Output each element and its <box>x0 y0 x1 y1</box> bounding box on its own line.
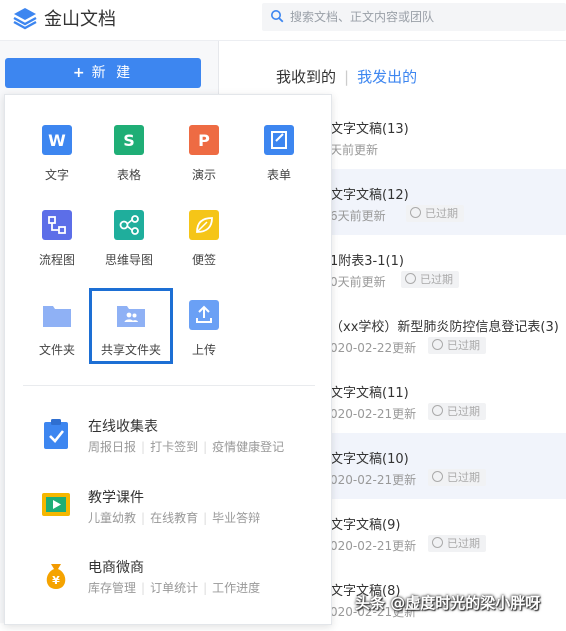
expired-badge: 已过期 <box>428 403 486 420</box>
new-sheet-item[interactable]: S 表格 <box>99 125 159 183</box>
clock-icon <box>432 471 443 482</box>
tab-sent[interactable]: 我发出的 <box>357 68 417 86</box>
expired-badge: 已过期 <box>428 535 486 552</box>
file-name: （xx学校）新型肺炎防控信息登记表(3) <box>330 320 559 335</box>
new-dropdown-menu: W 文字 S 表格 P 演示 表单 流程图 思维导图 便签 文件夹 共享文件夹 … <box>4 94 332 625</box>
new-mindmap-item[interactable]: 思维导图 <box>99 210 159 268</box>
wps-docs-logo-icon <box>13 8 37 30</box>
svg-text:S: S <box>123 131 135 150</box>
new-doc-item[interactable]: W 文字 <box>27 125 87 183</box>
new-button[interactable]: + 新 建 <box>5 58 201 88</box>
doc-w-icon: W <box>42 125 72 155</box>
file-name: 文字文稿(10) <box>330 452 409 467</box>
file-name: 文字文稿(11) <box>330 386 409 401</box>
new-folder-item[interactable]: 文件夹 <box>27 300 87 358</box>
upload-item[interactable]: 上传 <box>174 300 234 358</box>
file-updated: 020-02-22更新 <box>330 341 417 355</box>
svg-text:P: P <box>198 131 210 150</box>
expired-badge: 已过期 <box>428 337 486 354</box>
shared-folder-highlight <box>89 288 173 364</box>
money-bag-icon: ¥ <box>46 564 66 589</box>
clock-icon <box>405 273 416 284</box>
new-note-item[interactable]: 便签 <box>174 210 234 268</box>
file-updated: 天前更新 <box>330 143 379 157</box>
folder-icon <box>42 300 72 330</box>
note-leaf-icon <box>189 210 219 240</box>
clipboard-check-icon <box>44 419 68 449</box>
clock-icon <box>432 405 443 416</box>
new-slides-item[interactable]: P 演示 <box>174 125 234 183</box>
file-updated: 0天前更新 <box>330 275 386 289</box>
clock-icon <box>410 207 421 218</box>
file-name: 1附表3-1(1) <box>330 254 404 269</box>
plus-icon: + <box>72 65 88 81</box>
app-title: 金山文档 <box>44 9 116 30</box>
file-name: 文字文稿(9) <box>330 518 401 533</box>
file-updated: 6天前更新 <box>330 209 386 223</box>
clock-icon <box>432 339 443 350</box>
svg-text:W: W <box>48 131 66 150</box>
clock-icon <box>432 537 443 548</box>
file-updated: 020-02-21更新 <box>330 473 417 487</box>
play-courseware-icon <box>42 493 70 516</box>
top-bar: 金山文档 <box>0 0 566 41</box>
flowchart-icon <box>42 210 72 240</box>
expired-badge: 已过期 <box>406 205 464 222</box>
expired-badge: 已过期 <box>428 469 486 486</box>
menu-divider <box>23 385 315 386</box>
svg-text:¥: ¥ <box>52 574 60 587</box>
file-name: 文字文稿(12) <box>330 188 409 203</box>
file-name: 文字文稿(13) <box>330 122 409 137</box>
search-input[interactable] <box>290 3 560 31</box>
form-icon <box>264 125 294 155</box>
tab-separator: | <box>344 68 350 86</box>
search-box[interactable] <box>262 3 566 31</box>
slides-p-icon: P <box>189 125 219 155</box>
watermark: 头条 @虚度时光的梁小胖呀 <box>355 594 541 612</box>
share-tabs: 我收到的 | 我发出的 <box>276 66 417 87</box>
file-updated: 020-02-21更新 <box>330 407 417 421</box>
upload-icon <box>189 300 219 330</box>
mindmap-icon <box>114 210 144 240</box>
expired-badge: 已过期 <box>401 271 459 288</box>
file-updated: 020-02-21更新 <box>330 539 417 553</box>
sheet-s-icon: S <box>114 125 144 155</box>
new-flowchart-item[interactable]: 流程图 <box>27 210 87 268</box>
search-icon <box>271 10 284 23</box>
new-form-item[interactable]: 表单 <box>249 125 309 183</box>
tab-received[interactable]: 我收到的 <box>276 68 336 86</box>
